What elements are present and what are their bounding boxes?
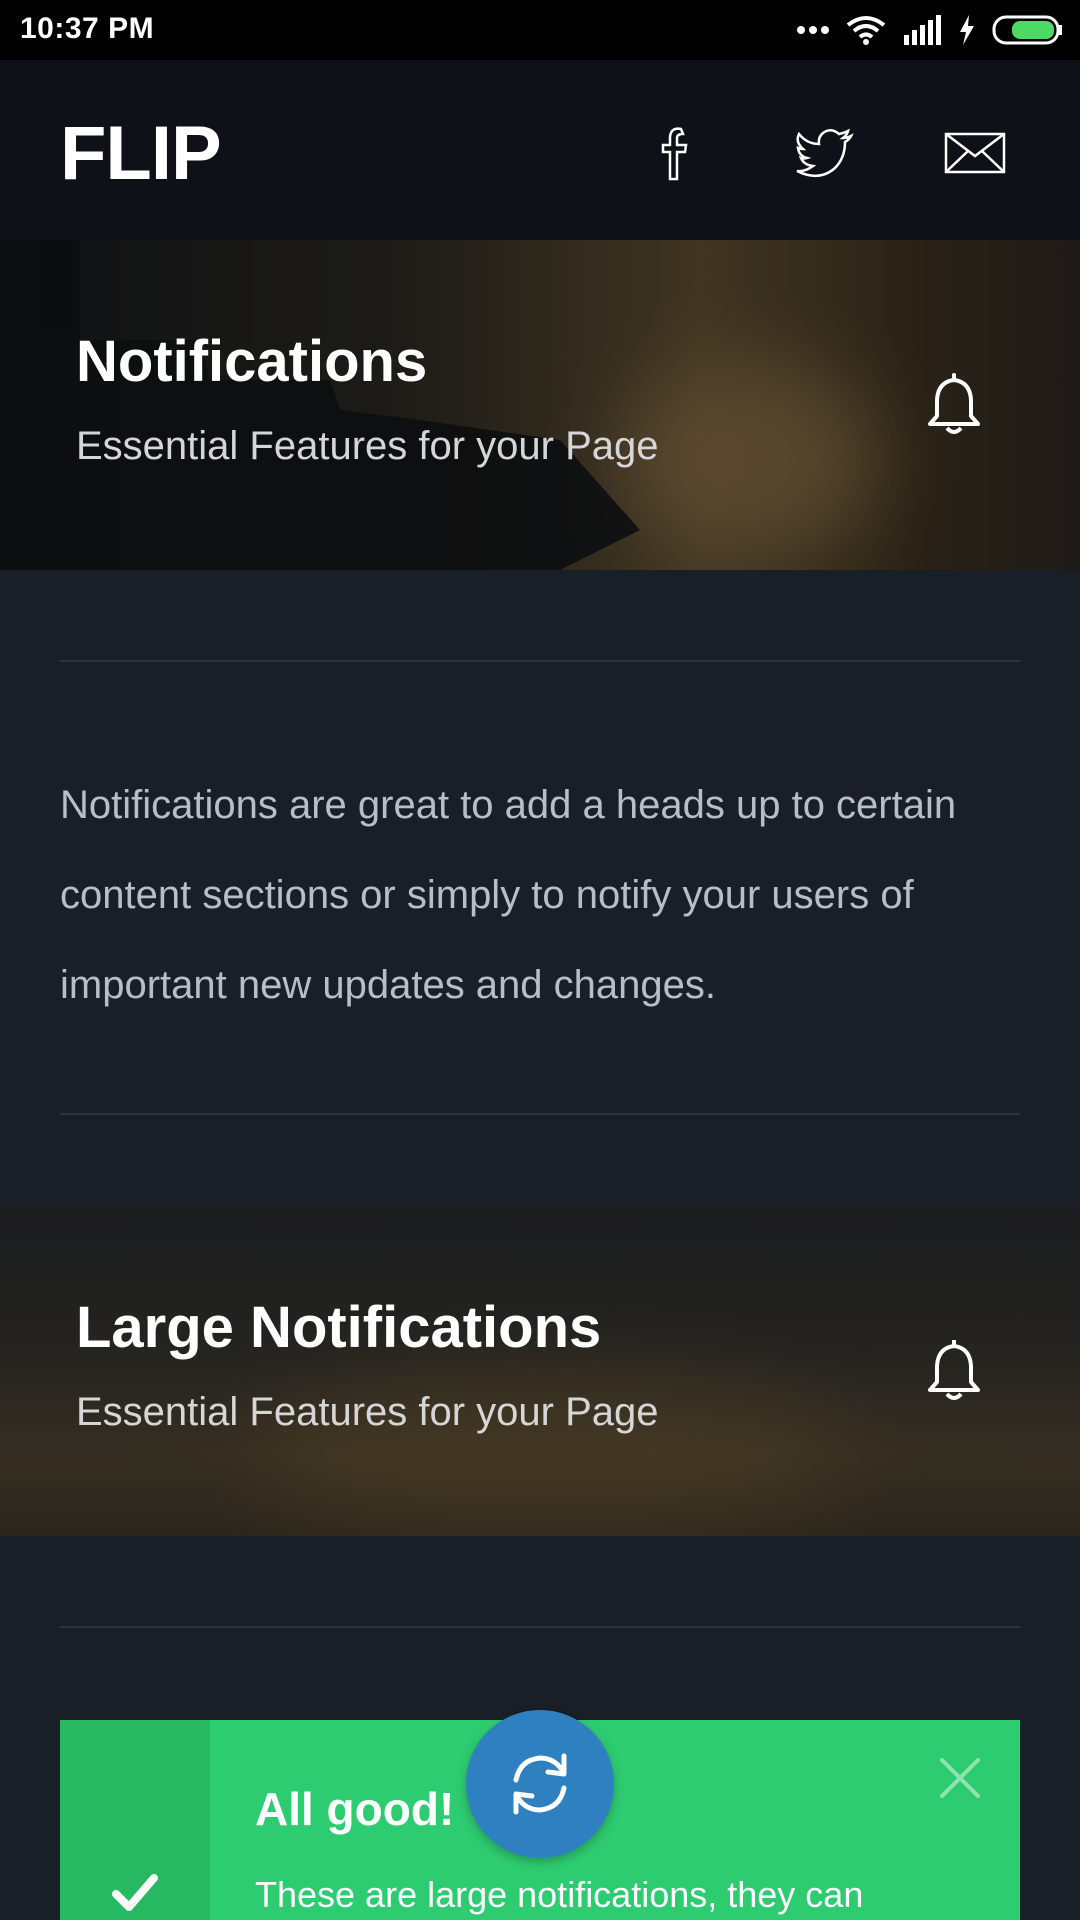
status-time: 10:37 PM (20, 12, 155, 45)
divider (60, 1113, 1020, 1115)
mail-icon[interactable] (940, 118, 1010, 188)
hero-overlay (0, 240, 1080, 570)
facebook-icon[interactable] (640, 118, 710, 188)
status-bar: 10:37 PM (0, 0, 1080, 60)
bell-icon (928, 373, 980, 434)
status-icons (796, 14, 1064, 46)
close-icon[interactable] (938, 1756, 982, 1800)
section-subtitle: Essential Features for your Page (76, 1390, 659, 1434)
section-title: Large Notifications (76, 1295, 602, 1360)
wifi-icon (846, 16, 886, 45)
signal-icon (904, 15, 941, 45)
battery-icon (992, 15, 1062, 45)
hero-overlay (0, 1206, 1080, 1536)
more-dots-icon (797, 26, 829, 34)
brand-logo[interactable]: FLIP (60, 110, 222, 197)
notifications-hero: Notifications Essential Features for you… (0, 240, 1080, 570)
notification-title: All good! (255, 1783, 455, 1835)
divider (60, 1626, 1020, 1628)
notification-icon-strip (60, 1720, 210, 1920)
intro-paragraph: Notifications are great to add a heads u… (60, 783, 957, 1007)
top-header: FLIP (0, 60, 1080, 240)
refresh-icon (513, 1753, 567, 1815)
twitter-icon[interactable] (790, 118, 860, 188)
notification-text: These are large notifications, they can (255, 1874, 864, 1915)
divider (60, 660, 1020, 662)
section-subtitle: Essential Features for your Page (76, 424, 659, 468)
check-icon (112, 1874, 158, 1911)
app-screen: 10:37 PM FLIP Notifications Essential Fe… (0, 0, 1080, 1920)
charging-icon (960, 15, 974, 45)
bell-icon (928, 1340, 980, 1400)
refresh-button[interactable] (466, 1710, 614, 1858)
section-title: Notifications (76, 329, 428, 394)
large-notifications-hero: Large Notifications Essential Features f… (0, 1206, 1080, 1536)
